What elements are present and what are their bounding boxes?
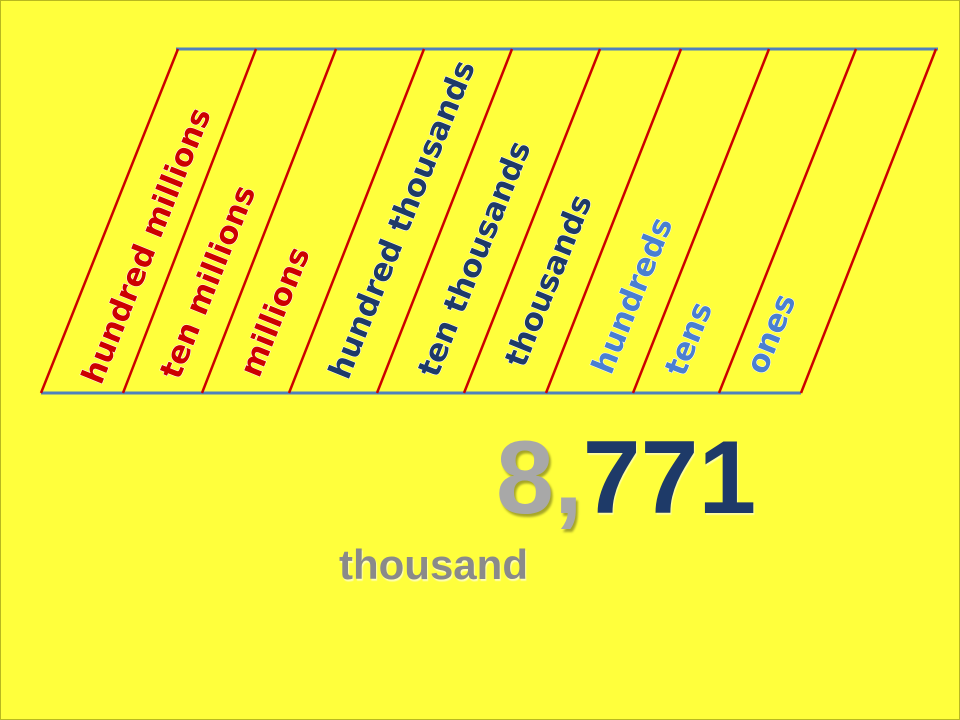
place-value-chart: hundred millionsten millionsmillions hund… [39,47,938,395]
column-label-ones: ones [739,289,803,379]
column-label-thousands: thousands [498,189,600,372]
period-label: thousand [339,541,528,588]
number-display: 8,771 [496,426,756,530]
slide: hundred millions ten millions millions hund… [0,0,960,720]
comma-separator: , [553,420,583,536]
column-divider [799,48,938,394]
column-label-millions: millions [233,242,318,382]
remaining-digits: 771 [582,420,757,536]
thousands-digit: 8 [496,420,554,536]
